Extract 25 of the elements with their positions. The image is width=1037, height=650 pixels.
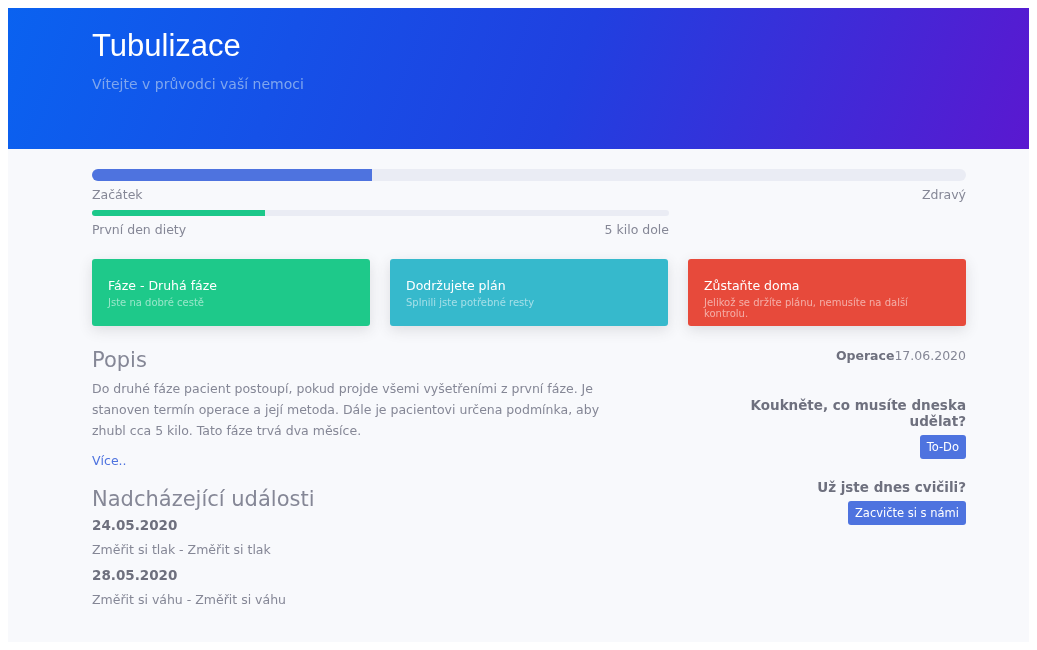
card-text: Jste na dobré cestě (108, 297, 206, 308)
section-heading: Popis (92, 348, 148, 372)
more-link[interactable]: Více.. (92, 453, 127, 468)
page-subtitle: Vítejte v průvodci vaší nemoci (92, 76, 305, 92)
event-date: 24.05.2020 (92, 517, 179, 533)
prompt-question: Už jste dnes cvičili? (817, 479, 966, 495)
prompt-question: Koukněte, co musíte dneska udělat? (749, 397, 966, 429)
card-text: Jelikož se držíte plánu, nemusíte na další kontrolu. (704, 297, 909, 319)
card-title: Dodržujete plán (406, 278, 507, 293)
progress-end-label: 5 kilo dole (604, 222, 669, 237)
card-title: Zůstaňte doma (704, 278, 801, 293)
card-title: Fáze - Druhá fáze (108, 278, 218, 293)
event-text: Změřit si tlak - Změřit si tlak (92, 542, 272, 557)
card-text: Splnili jste potřebné resty (406, 297, 536, 308)
section-heading: Nadcházející události (92, 487, 316, 511)
action-button[interactable]: Zacvičte si s námi (847, 501, 966, 525)
description-text: Do druhé fáze pacient postoupí, pokud projde všemi vyšetřeními z první fáze. Je stanoven termín operace a její metoda. Dále je pacientovi určena podmínka, aby zhubl cca 5 kilo. Tato fáze trvá dva měsíce. (92, 380, 601, 440)
event-date: 28.05.2020 (92, 567, 179, 583)
progress-start-label: Začátek (92, 187, 143, 202)
progress-start-label: První den diety (92, 222, 187, 237)
progress-end-label: Zdravý (921, 187, 966, 202)
event-text: Změřit si váhu - Změřit si váhu (92, 592, 287, 607)
action-button[interactable]: To-Do (919, 435, 966, 459)
operation-date: Operace17.06.2020 (835, 348, 966, 363)
page-title: Tubulizace (92, 28, 242, 64)
